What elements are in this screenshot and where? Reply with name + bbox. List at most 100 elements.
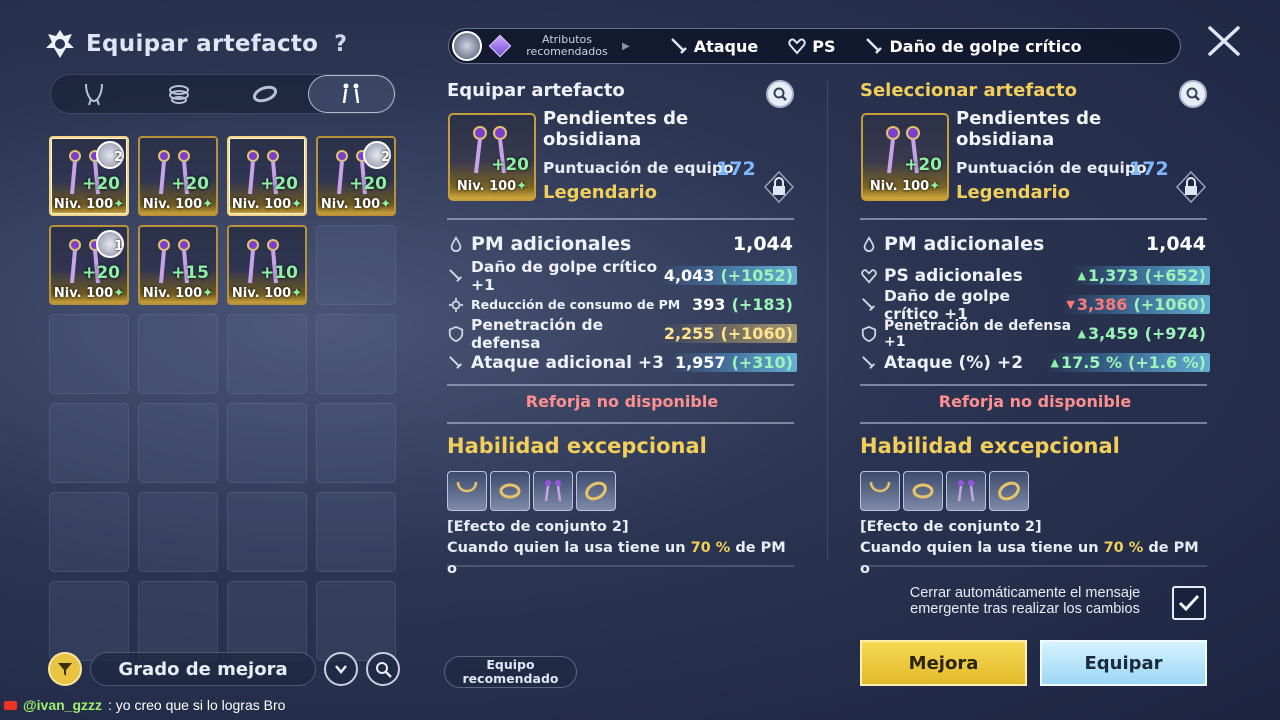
attribute-attack: Ataque [670,37,758,56]
item-level-text: Niv. 100 [142,197,203,212]
inventory-item[interactable]: +20 Niv. 100✦ [227,136,307,216]
stat-delta: (+1060) [1133,295,1206,314]
set-effect-title: [Efecto de conjunto 2] [447,519,629,535]
close-icon[interactable] [1206,26,1242,56]
divider [447,565,794,567]
set-earring-icon[interactable] [946,471,986,511]
youtube-icon [4,700,17,710]
divider [860,422,1207,424]
empty-slot [49,581,129,661]
stat-value: 1,373 [1087,266,1139,285]
stat-icon [860,296,878,314]
search-filter-button[interactable] [366,652,400,686]
inspect-equipped-button[interactable] [766,80,794,108]
inventory-item[interactable]: 1 +20 Niv. 100✦ [49,225,129,305]
stat-label: Daño de golpe crítico +1 [471,257,658,294]
selected-item-image: +20 Niv. 100✦ [861,113,949,201]
empty-slot [227,581,307,661]
filter-button[interactable] [48,652,82,686]
selected-score-label: Puntuación de equipo [956,159,1147,177]
set-bracelet-icon[interactable] [490,471,530,511]
star-icon: ✦ [291,286,303,301]
tab-necklace[interactable] [51,75,137,113]
equip-button[interactable]: Equipar [1040,640,1207,686]
stat-icon [447,296,465,314]
selected-item-name: Pendientes de obsidiana [956,108,1102,150]
auto-close-checkbox[interactable] [1172,586,1206,620]
stat-icon [447,267,465,285]
inventory-item[interactable]: +10 Niv. 100✦ [227,225,307,305]
item-plus: +10 [260,263,298,283]
tab-ring[interactable] [222,75,308,113]
set-necklace-icon[interactable] [860,471,900,511]
sort-order-button[interactable] [324,652,358,686]
earring-icon [343,83,360,104]
item-level: Niv. 100✦ [318,197,394,212]
stat-label: PM adicionales [471,233,632,255]
upgrade-button[interactable]: Mejora [860,640,1027,686]
divider [860,218,1207,220]
attribute-label: PS [812,36,836,56]
sword-icon [862,355,876,369]
stat-value: 17.5 % [1060,353,1123,372]
selected-skill-title: Habilidad excepcional [860,434,1120,458]
stat-value-box: 4,043 (+1052) [659,266,797,285]
stat-icon [860,267,878,285]
divider [447,384,794,386]
set-effect-title: [Efecto de conjunto 2] [860,519,1042,535]
set-earring-icon[interactable] [533,471,573,511]
star-icon: ✦ [380,197,392,212]
magnifier-icon [1186,87,1200,101]
divider [860,565,1207,567]
star-icon: ✦ [113,197,125,212]
sword-icon [670,38,687,54]
inspect-selected-button[interactable] [1179,80,1207,108]
heart-icon [861,268,877,284]
set-ring-icon[interactable] [576,471,616,511]
set-necklace-icon[interactable] [447,471,487,511]
inventory-item[interactable]: +15 Niv. 100✦ [138,225,218,305]
set-desc-text: Cuando quien la usa tiene un [447,540,691,556]
sub-stat-row: Penetración de defensa +1 ▲ 3,459 (+974) [860,318,1210,350]
lock-icon[interactable] [1174,170,1208,204]
equipped-stats: PM adicionales 1,044 Daño de golpe crítico… [447,230,797,377]
element-diamond-icon [488,34,512,58]
stat-value-box: 1,957 (+310) [670,353,797,372]
empty-slot [316,581,396,661]
sub-stat-row: Ataque (%) +2 ▲ 17.5 % (+1.6 %) [860,348,1210,377]
item-plus: +20 [904,155,942,175]
stat-value: 1,044 [1145,233,1206,255]
tab-earring[interactable] [307,75,395,113]
main-stat-row: PM adicionales 1,044 [860,230,1210,258]
stat-value-box: ▲ 17.5 % (+1.6 %) [1046,353,1210,372]
set-ring-icon[interactable] [989,471,1029,511]
item-level-text: Niv. 100 [53,197,114,212]
owner-count: 2 [380,150,390,165]
set-effect-desc: Cuando quien la usa tiene un 70 % de PM … [447,538,797,580]
item-level: Niv. 100✦ [450,179,534,194]
recommended-team-button[interactable]: Equipo recomendado [444,656,577,688]
stat-delta: (+310) [731,353,793,372]
inventory-item[interactable]: 2 +20 Niv. 100✦ [49,136,129,216]
selected-header: Seleccionar artefacto [860,80,1077,101]
star-icon: ✦ [291,197,303,212]
empty-slot [138,581,218,661]
inventory-item[interactable]: +20 Niv. 100✦ [138,136,218,216]
equipped-item-image: +20 Niv. 100✦ [448,113,536,201]
divider [447,218,794,220]
inventory-item[interactable]: 2 +20 Niv. 100✦ [316,136,396,216]
set-desc-pct: 70 % [690,540,731,556]
tab-bracelet[interactable] [137,75,223,113]
set-bracelet-icon[interactable] [903,471,943,511]
sub-stat-row: Ataque adicional +3 1,957 (+310) [447,348,797,377]
inventory-grid: 2 +20 Niv. 100✦ +20 Niv. 100✦ +20 Niv. 100✦ 2 +2… [49,136,399,661]
shield-icon [448,325,464,342]
stat-value: 4,043 [663,266,715,285]
chat-user: @ivan_gzzz [23,697,103,713]
star-icon: ✦ [202,197,214,212]
empty-slot [227,492,307,572]
item-level-text: Niv. 100 [231,286,292,301]
sort-grade-selector[interactable]: Grado de mejora [90,652,316,686]
lock-icon[interactable] [762,170,796,204]
help-button[interactable]: ? [334,32,347,57]
